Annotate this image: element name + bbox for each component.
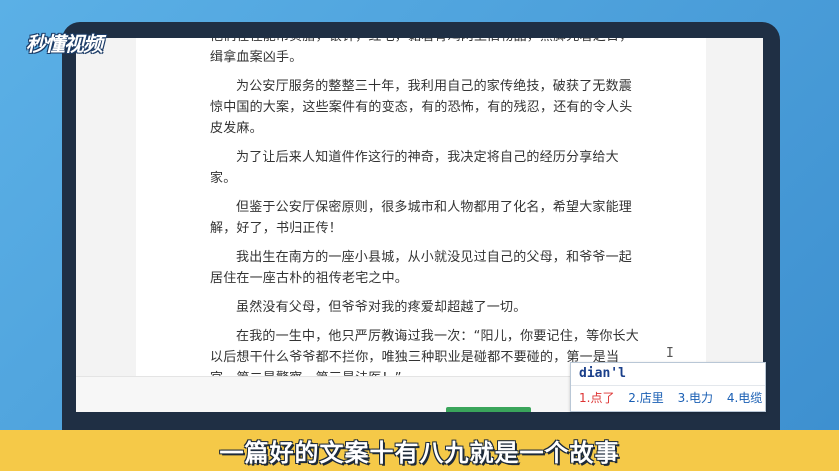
ime-candidate-window[interactable]: dian'l 1.点了 2.店里 3.电力 4.电缆 <box>570 362 766 412</box>
document-paragraph: 虽然没有父母，但爷爷对我的疼爱却超越了一切。 <box>236 300 527 315</box>
document-paragraph: 我出生在南方的一座小县城，从小就没见过自己的父母，和爷爷一起居住在一座古朴的祖传… <box>210 250 633 286</box>
document-page[interactable]: 他们在住能吊负腊，银针，红毛，黏着骨鸡两上旧物品，黑脚光着乏日， 缉拿血案凶手。为… <box>136 38 706 376</box>
document-paragraph: 缉拿血案凶手。 <box>210 50 303 65</box>
ime-candidate-list: 1.点了 2.店里 3.电力 4.电缆 <box>579 389 772 406</box>
document-paragraph: 他们在住能吊负腊，银针，红毛，黏着骨鸡两上旧物品，黑脚光着乏日， <box>210 38 642 47</box>
ime-candidate[interactable]: 2.店里 <box>628 389 663 406</box>
document-body[interactable]: 他们在住能吊负腊，银针，红毛，黏着骨鸡两上旧物品，黑脚光着乏日， 缉拿血案凶手。为… <box>210 38 642 376</box>
ime-input-text: dian'l <box>579 366 626 381</box>
publish-button[interactable] <box>446 407 531 412</box>
document-paragraph: 为了让后来人知道件作这行的神奇，我决定将自己的经历分享给大家。 <box>210 150 619 186</box>
document-paragraph: 但鉴于公安厅保密原则，很多城市和人物都用了化名，希望大家能理解，好了，书归正传！ <box>210 200 633 236</box>
ime-divider <box>571 385 765 386</box>
screen: 他们在住能吊负腊，银针，红毛，黏着骨鸡两上旧物品，黑脚光着乏日， 缉拿血案凶手。为… <box>76 38 763 412</box>
ime-candidate[interactable]: 1.点了 <box>579 389 614 406</box>
ime-candidate[interactable]: 3.电力 <box>678 389 713 406</box>
document-paragraph: 为公安厅服务的整整三十年，我利用自己的家传绝技，破获了无数震惊中国的大案，这些案… <box>210 79 633 136</box>
text-cursor-icon: I <box>666 346 674 361</box>
brand-logo: 秒懂视频 <box>26 32 103 56</box>
subtitle-caption: 一篇好的文案十有八九就是一个故事 <box>219 439 620 467</box>
ime-candidate[interactable]: 4.电缆 <box>727 389 762 406</box>
